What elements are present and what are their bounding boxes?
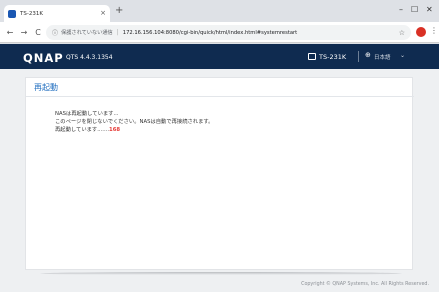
maximize-icon[interactable]: ☐ xyxy=(411,6,418,14)
countdown-value: 168 xyxy=(109,127,121,133)
url-text[interactable]: 172.16.156.104:8080/cgi-bin/quick/html/i… xyxy=(123,30,399,36)
panel-shadow xyxy=(40,272,402,275)
tab-close-icon[interactable]: × xyxy=(100,10,106,17)
address-divider: | xyxy=(116,29,119,36)
do-not-close-notice: このページを閉じないでください。NASは自動で再接続されます。 xyxy=(55,119,214,125)
forward-icon[interactable]: → xyxy=(17,28,31,37)
qnap-logo: QNAP xyxy=(23,51,64,65)
page: QNAP QTS 4.4.3.1354 TS-231K ⊕ 日本語 ⌄ 再起動 … xyxy=(0,44,439,292)
nas-device-icon xyxy=(308,53,316,60)
not-secure-label: 保護されていない通信 xyxy=(61,30,113,36)
browser-toolbar: ← → C ⓘ 保護されていない通信 | 172.16.156.104:8080… xyxy=(0,22,439,43)
bookmark-star-icon[interactable]: ☆ xyxy=(399,29,405,37)
header-divider xyxy=(358,51,359,62)
restart-panel: 再起動 NASは再起動しています... このページを閉じないでください。NASは… xyxy=(25,77,414,270)
browser-tab[interactable]: TS-231K × xyxy=(4,5,110,22)
address-bar[interactable]: ⓘ 保護されていない通信 | 172.16.156.104:8080/cgi-b… xyxy=(46,25,411,40)
tab-title: TS-231K xyxy=(20,10,43,17)
qnap-favicon-icon xyxy=(8,9,16,18)
back-icon[interactable]: ← xyxy=(3,28,17,37)
qts-version: QTS 4.4.3.1354 xyxy=(66,54,113,61)
chevron-down-icon[interactable]: ⌄ xyxy=(400,52,405,59)
copyright-text: Copyright © QNAP Systems, Inc. All Right… xyxy=(301,282,429,287)
qts-header: QNAP QTS 4.4.3.1354 TS-231K ⊕ 日本語 ⌄ xyxy=(0,44,439,69)
device-name: TS-231K xyxy=(319,53,347,61)
window-close-icon[interactable]: ✕ xyxy=(426,6,433,14)
browser-tabstrip: TS-231K × + – ☐ ✕ xyxy=(0,0,439,22)
new-tab-icon[interactable]: + xyxy=(115,6,123,16)
minimize-icon[interactable]: – xyxy=(399,6,403,14)
reload-icon[interactable]: C xyxy=(31,28,45,37)
browser-menu-icon[interactable]: ⋮ xyxy=(430,26,438,35)
language-selector[interactable]: 日本語 xyxy=(374,53,391,61)
globe-icon[interactable]: ⊕ xyxy=(365,51,371,59)
restart-status-line: NASは再起動しています... xyxy=(55,111,119,117)
restart-progress-label: 再起動しています....... xyxy=(55,127,110,133)
panel-title: 再起動 xyxy=(34,83,58,92)
title-divider xyxy=(26,96,414,97)
restart-progress: 再起動しています.......168 xyxy=(55,125,120,133)
profile-avatar[interactable] xyxy=(416,27,426,37)
info-icon[interactable]: ⓘ xyxy=(52,28,58,37)
